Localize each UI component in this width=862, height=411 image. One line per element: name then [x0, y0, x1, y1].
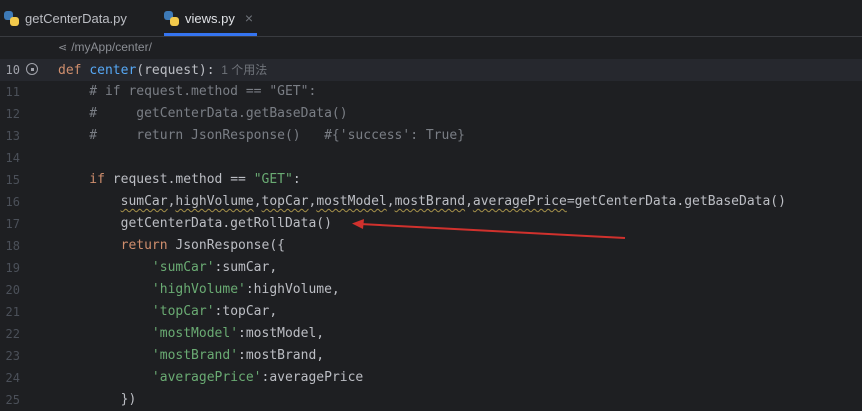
- annotation-arrow: [352, 219, 626, 239]
